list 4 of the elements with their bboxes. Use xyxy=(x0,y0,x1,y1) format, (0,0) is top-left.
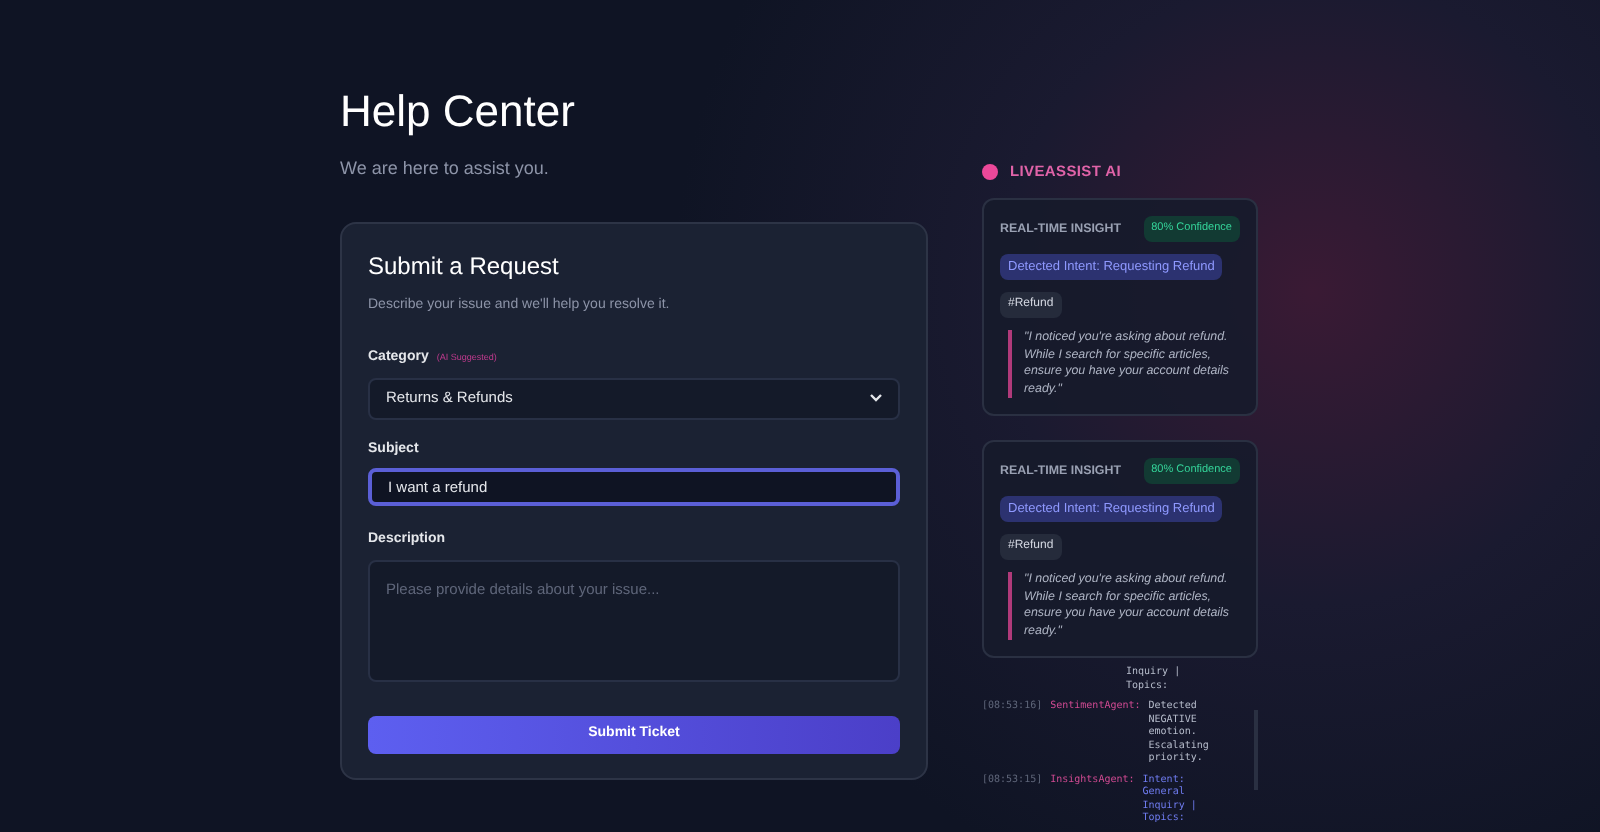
chevron-down-icon xyxy=(870,394,882,402)
form-title: Submit a Request xyxy=(368,249,561,283)
page-subtitle: We are here to assist you. xyxy=(340,156,551,182)
page-title: Help Center xyxy=(340,84,577,140)
